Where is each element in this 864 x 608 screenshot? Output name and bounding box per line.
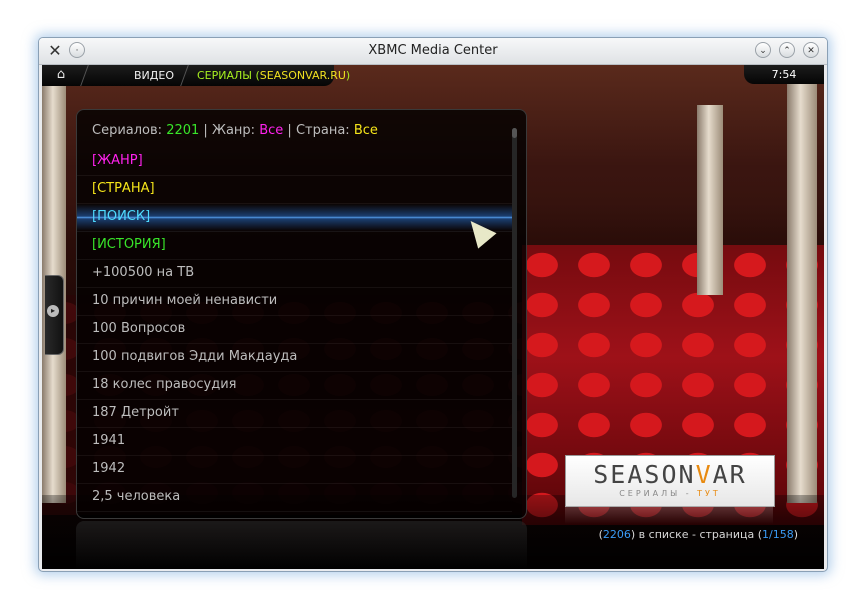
list-item[interactable]: 187 Детройт: [77, 400, 512, 428]
breadcrumb-divider: [80, 65, 89, 86]
list-scrollbar[interactable]: [512, 128, 517, 498]
genre-value: Все: [259, 123, 284, 138]
list-item[interactable]: 100 подвигов Эдди Макдауда: [77, 344, 512, 372]
logo-tagline-accent: ТУТ: [697, 489, 721, 498]
breadcrumb-series-suffix: ): [345, 69, 351, 82]
breadcrumb-series[interactable]: СЕРИАЛЫ (SEASONVAR.RU): [197, 65, 350, 86]
scrollbar-thumb[interactable]: [512, 128, 517, 138]
list-item-genre[interactable]: [ЖАНР]: [77, 148, 512, 176]
list-item[interactable]: 1942: [77, 456, 512, 484]
maximize-icon[interactable]: ⌃: [779, 42, 795, 58]
xbmc-screen: ⌂ ВИДЕО СЕРИАЛЫ (SEASONVAR.RU) 7:54 ▸ Се…: [42, 65, 824, 569]
country-label: Страна:: [295, 123, 350, 138]
list-status: (2206) в списке - страница (1/158): [599, 528, 798, 541]
list-item[interactable]: 1941: [77, 428, 512, 456]
series-list-panel: Сериалов: 2201 | Жанр: Все | Страна: Все…: [76, 109, 527, 519]
list-item-history[interactable]: [ИСТОРИЯ]: [77, 232, 512, 260]
seasonvar-logo: SEASONVAR СЕРИАЛЫ - ТУТ: [565, 455, 775, 507]
country-value: Все: [353, 123, 378, 138]
breadcrumb-divider: [180, 65, 189, 86]
status-text: ): [793, 528, 798, 541]
status-text: ) в списке - страница (: [630, 528, 762, 541]
breadcrumb-video[interactable]: ВИДЕО: [134, 65, 174, 86]
window-title: XBMC Media Center: [368, 43, 498, 58]
logo-tagline: СЕРИАЛЫ - ТУТ: [566, 489, 774, 498]
bottom-panel-reflection: [76, 521, 527, 569]
genre-label: Жанр:: [211, 123, 256, 138]
logo-wordmark: SEASONVAR: [566, 460, 774, 489]
logo-tagline-part: СЕРИАЛЫ -: [619, 489, 698, 498]
background-pillar: [697, 105, 723, 295]
background-pillar: [787, 83, 817, 503]
arrow-right-icon: ▸: [47, 305, 59, 317]
series-list: [ЖАНР] [СТРАНА] [ПОИСК] [ИСТОРИЯ] +10050…: [77, 148, 512, 512]
close-icon[interactable]: ✕: [803, 42, 819, 58]
logo-text-accent: V: [695, 460, 713, 489]
separator: |: [287, 123, 292, 138]
list-item[interactable]: 2,5 человека: [77, 484, 512, 512]
logo-text-part: SEASON: [593, 460, 696, 489]
home-icon[interactable]: ⌂: [53, 68, 69, 82]
list-item-country[interactable]: [СТРАНА]: [77, 176, 512, 204]
list-item[interactable]: +100500 на ТВ: [77, 260, 512, 288]
list-item[interactable]: 10 причин моей ненависти: [77, 288, 512, 316]
list-item[interactable]: 18 колес правосудия: [77, 372, 512, 400]
app-window: ✕ · XBMC Media Center ⌄ ⌃ ✕ ⌂ ВИДЕО СЕРИ…: [38, 37, 828, 572]
clock: 7:54: [744, 65, 824, 84]
item-count: 2206: [602, 528, 631, 541]
logo-reflection: [565, 506, 773, 524]
series-count-label: Сериалов:: [92, 123, 163, 138]
list-item-search[interactable]: [ПОИСК]: [77, 204, 512, 232]
list-item[interactable]: 100 Вопросов: [77, 316, 512, 344]
logo-text-part: AR: [712, 460, 747, 489]
series-count: 2201: [166, 123, 200, 138]
title-bar: ✕ · XBMC Media Center ⌄ ⌃ ✕: [39, 38, 827, 65]
page-indicator: 1/158: [762, 528, 794, 541]
minimize-icon[interactable]: ⌄: [755, 42, 771, 58]
breadcrumb-series-site: SEASONVAR.RU: [259, 69, 346, 82]
breadcrumb-bar: ⌂ ВИДЕО СЕРИАЛЫ (SEASONVAR.RU): [42, 65, 350, 86]
filter-summary: Сериалов: 2201 | Жанр: Все | Страна: Все: [92, 123, 378, 138]
side-menu-tab[interactable]: ▸: [45, 275, 64, 355]
separator: |: [203, 123, 208, 138]
breadcrumb-series-prefix: СЕРИАЛЫ (: [197, 69, 260, 82]
